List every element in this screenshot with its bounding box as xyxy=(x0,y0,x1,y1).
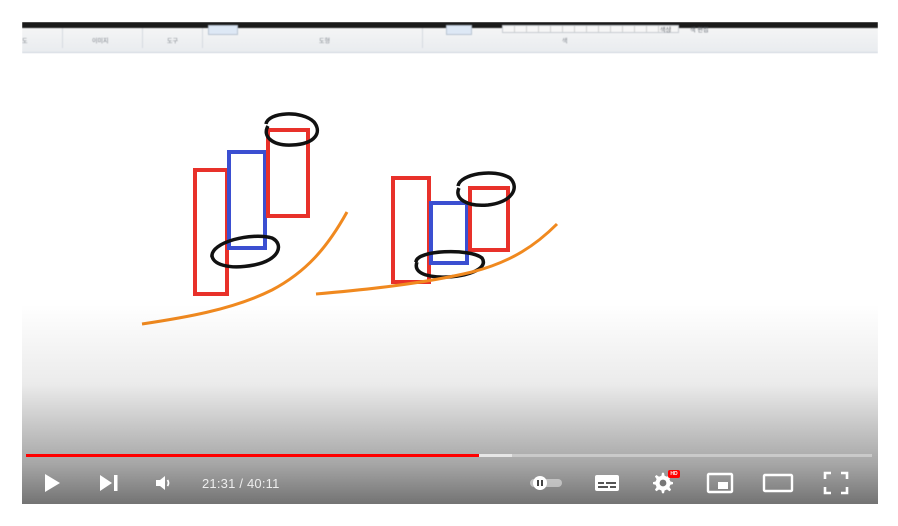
ribbon-color-label: 색상 xyxy=(660,27,672,34)
red-candle xyxy=(468,186,510,252)
ribbon-section-label: 도구 xyxy=(167,38,179,45)
ribbon-separator xyxy=(142,28,143,48)
paint-ribbon: 색상 색 편집 도 이미지 도구 도형 색 xyxy=(22,22,878,53)
red-candle xyxy=(391,176,431,284)
ribbon-section-label: 도형 xyxy=(319,38,331,45)
volume-icon xyxy=(156,476,170,490)
miniplayer-button[interactable] xyxy=(704,470,736,496)
theater-mode-icon xyxy=(762,473,794,493)
next-icon xyxy=(100,475,118,491)
top-bar xyxy=(0,0,898,22)
autoplay-toggle-icon xyxy=(530,476,562,490)
circle-mark xyxy=(210,234,281,269)
drawing-canvas xyxy=(141,112,559,326)
fullscreen-button[interactable] xyxy=(820,470,852,496)
progress-bar[interactable] xyxy=(26,452,872,460)
time-display: 21:31 / 40:11 xyxy=(202,476,280,491)
ribbon-separator xyxy=(202,28,203,48)
ribbon-selected-color xyxy=(446,25,472,35)
control-bar: 21:31 / 40:11 HD xyxy=(22,462,878,504)
miniplayer-icon xyxy=(706,472,734,494)
mute-button[interactable] xyxy=(150,470,178,496)
ribbon-separator xyxy=(62,28,63,48)
trend-curve xyxy=(315,222,559,296)
progress-played xyxy=(26,454,480,457)
color-palette xyxy=(502,25,679,33)
next-button[interactable] xyxy=(92,470,126,496)
blue-candle xyxy=(227,150,267,250)
ribbon-selected-tool xyxy=(208,25,238,35)
red-candle xyxy=(193,168,229,296)
ribbon-section-label: 색 xyxy=(562,38,568,45)
subtitles-button[interactable] xyxy=(592,470,622,496)
fullscreen-icon xyxy=(823,471,849,495)
autoplay-toggle[interactable] xyxy=(526,470,566,496)
ribbon-section-label: 이미지 xyxy=(92,38,109,45)
settings-button[interactable]: HD xyxy=(648,470,680,496)
left-margin xyxy=(0,22,22,504)
play-button[interactable] xyxy=(36,470,68,496)
theater-mode-button[interactable] xyxy=(760,470,796,496)
video-player[interactable]: 색상 색 편집 도 이미지 도구 도형 색 21:31 / 40:11 HD xyxy=(22,22,878,504)
ribbon-separator xyxy=(422,28,423,48)
ribbon-edit-color-label: 색 편집 xyxy=(690,27,709,34)
hd-badge: HD xyxy=(668,470,680,478)
ribbon-section-label: 도 xyxy=(22,38,28,45)
subtitles-icon xyxy=(595,475,619,491)
play-icon xyxy=(45,474,60,492)
